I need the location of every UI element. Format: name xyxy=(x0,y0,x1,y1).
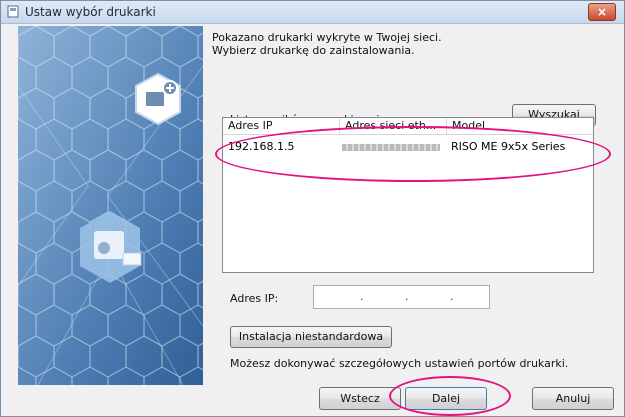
printer-setup-icon xyxy=(7,5,19,18)
next-button[interactable]: Dalej xyxy=(405,387,487,410)
cancel-button-label: Anuluj xyxy=(555,392,591,405)
intro-line-2: Wybierz drukarkę do zainstalowania. xyxy=(212,44,415,57)
column-header-ip[interactable]: Adres IP xyxy=(223,118,340,135)
back-button-label: Wstecz xyxy=(340,392,380,405)
printer-results-list[interactable]: Adres IP Adres sieci eth... Model 192.16… xyxy=(222,117,594,273)
intro-line-1: Pokazano drukarki wykryte w Twojej sieci… xyxy=(212,31,442,44)
ip-address-input[interactable]: . . . xyxy=(313,285,490,309)
window-title: Ustaw wybór drukarki xyxy=(25,5,156,19)
custom-install-button[interactable]: Instalacja niestandardowa xyxy=(230,326,392,348)
back-button[interactable]: Wstecz xyxy=(319,387,401,410)
cancel-button[interactable]: Anuluj xyxy=(532,387,614,410)
intro-text: Pokazano drukarki wykryte w Twojej sieci… xyxy=(212,31,442,57)
row-model: RISO ME 9x5x Series xyxy=(451,140,566,153)
ip-dot-2: . xyxy=(405,290,409,303)
column-header-model[interactable]: Model xyxy=(447,118,593,135)
setup-dialog: Ustaw wybór drukarki × Pokazano drukarki… xyxy=(0,0,625,417)
column-header-mac[interactable]: Adres sieci eth... xyxy=(340,118,447,135)
custom-install-hint: Możesz dokonywać szczegółowych ustawień … xyxy=(230,357,569,370)
ip-field-label: Adres IP: xyxy=(230,292,279,305)
ip-dot-3: . xyxy=(450,290,454,303)
row-mac-redacted xyxy=(342,144,440,151)
custom-install-label: Instalacja niestandardowa xyxy=(238,330,384,343)
ip-dot-1: . xyxy=(360,290,364,303)
row-ip: 192.168.1.5 xyxy=(228,140,295,153)
title-bar: Ustaw wybór drukarki × xyxy=(1,1,624,24)
printer-add-badge-icon xyxy=(135,72,181,126)
close-button[interactable]: × xyxy=(588,3,616,21)
next-button-label: Dalej xyxy=(431,392,461,405)
side-banner-image xyxy=(18,26,203,385)
